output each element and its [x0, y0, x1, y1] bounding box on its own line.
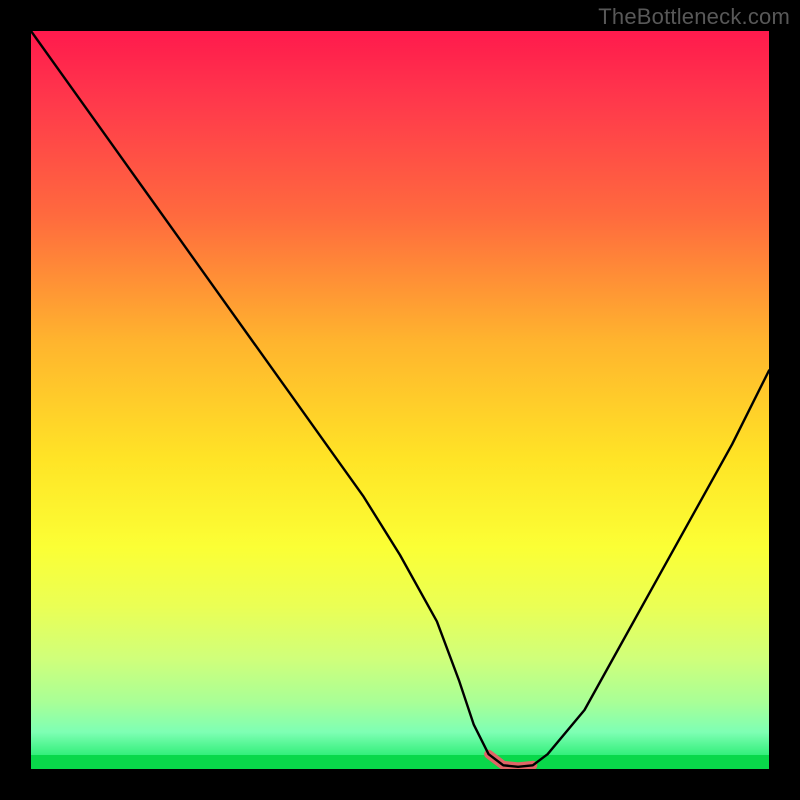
bottleneck-curve	[31, 31, 769, 767]
plot-area	[31, 31, 769, 769]
chart-frame: TheBottleneck.com	[0, 0, 800, 800]
watermark-text: TheBottleneck.com	[598, 4, 790, 30]
curve-svg	[31, 31, 769, 769]
